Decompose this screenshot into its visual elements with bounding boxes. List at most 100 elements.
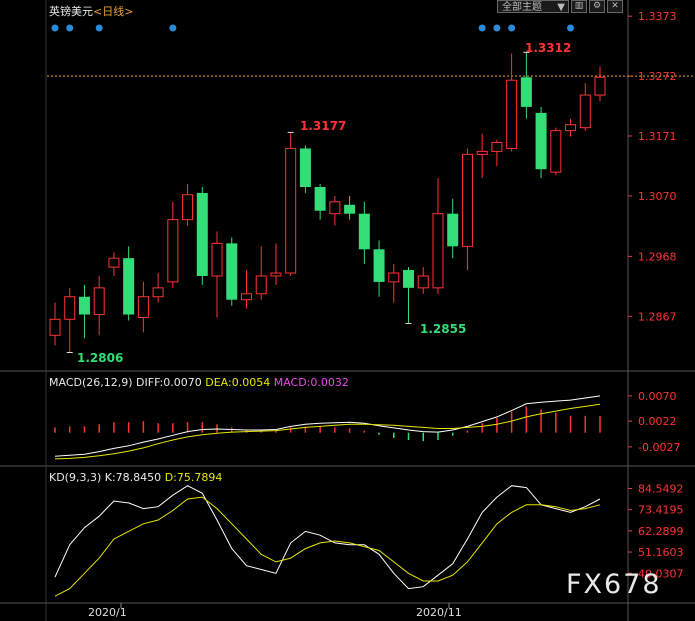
candle bbox=[550, 127, 562, 176]
candle bbox=[520, 52, 532, 119]
close-icon[interactable]: ✕ bbox=[607, 0, 623, 13]
candle-body-up bbox=[285, 147, 297, 274]
candle bbox=[314, 184, 326, 220]
candle bbox=[579, 83, 591, 131]
candle-body-up bbox=[417, 275, 429, 289]
candle-body-up bbox=[476, 150, 488, 155]
candle-body-down bbox=[373, 249, 385, 282]
kd-tick-label: 73.4195 bbox=[638, 504, 684, 517]
candle bbox=[182, 184, 194, 226]
price-tick-label: 1.2867 bbox=[638, 310, 677, 323]
candle-body-down bbox=[226, 243, 238, 300]
annotation-high-2: 1.3312 bbox=[525, 41, 572, 55]
candle bbox=[93, 275, 105, 336]
kd-d-line bbox=[54, 496, 601, 597]
candle-body-up bbox=[93, 287, 105, 316]
event-marker-dot bbox=[66, 24, 74, 32]
macd-diff-value: DIFF:0.0070 bbox=[136, 376, 202, 389]
event-marker-dot bbox=[169, 24, 177, 32]
candle-body-up bbox=[329, 201, 341, 215]
candle bbox=[108, 252, 120, 276]
theme-select-label: 全部主题 bbox=[502, 2, 542, 13]
candle-body-down bbox=[299, 148, 311, 187]
candle bbox=[388, 264, 400, 303]
candle bbox=[594, 66, 606, 101]
candle-body-down bbox=[123, 258, 135, 315]
candle-body-up bbox=[491, 142, 503, 152]
kd-tick-label: 51.1603 bbox=[638, 546, 684, 559]
watermark-logo: FX678 bbox=[566, 569, 662, 600]
candle-body-down bbox=[535, 112, 547, 170]
candle-body-up bbox=[432, 213, 444, 289]
price-tick-label: 1.2968 bbox=[638, 250, 677, 263]
macd-dea-value: DEA:0.0054 bbox=[205, 376, 271, 389]
kd-tick-label: 84.5492 bbox=[638, 482, 684, 495]
chart-title: 英镑美元<日线> bbox=[49, 3, 133, 19]
candle bbox=[270, 243, 282, 285]
candle bbox=[447, 198, 459, 259]
theme-select[interactable]: 全部主题 ▼ bbox=[497, 0, 569, 13]
x-tick-label: 2020/1 bbox=[88, 606, 127, 619]
candle-body-up bbox=[137, 296, 149, 319]
candle bbox=[255, 246, 267, 300]
candle bbox=[432, 178, 444, 294]
candle bbox=[78, 284, 90, 339]
settings-icon[interactable]: ⚙ bbox=[589, 0, 605, 13]
candle-body-up bbox=[594, 76, 606, 96]
trading-chart-window: 1.3373 1.3272 1.3171 1.3070 1.2968 1.2867 0.00… bbox=[0, 0, 695, 621]
annotation-low-2: 1.2855 bbox=[420, 322, 467, 336]
macd-tick-label: 0.0022 bbox=[638, 415, 677, 428]
chevron-down-icon: ▼ bbox=[557, 2, 565, 13]
period-label[interactable]: <日线> bbox=[93, 5, 133, 18]
candle bbox=[565, 118, 577, 137]
chart-type-icon[interactable]: ▥ bbox=[571, 0, 587, 13]
candle-body-up bbox=[255, 275, 267, 295]
event-marker-dot bbox=[508, 24, 516, 32]
candle bbox=[461, 148, 473, 271]
price-tick-label: 1.3070 bbox=[638, 190, 677, 203]
event-marker-dot bbox=[51, 24, 59, 32]
candle-body-up bbox=[579, 94, 591, 129]
candle-body-up bbox=[211, 242, 223, 277]
candle bbox=[329, 195, 341, 226]
event-marker-dot bbox=[567, 24, 575, 32]
candle bbox=[49, 302, 61, 346]
candle-body-up bbox=[182, 194, 194, 221]
candle-body-up bbox=[461, 153, 473, 247]
candle bbox=[403, 267, 415, 324]
event-marker-dot bbox=[493, 24, 501, 32]
candle-body-down bbox=[403, 270, 415, 288]
candle-body-up bbox=[64, 296, 76, 320]
macd-dea-line bbox=[54, 403, 601, 460]
candle bbox=[506, 53, 518, 152]
candle-body-up bbox=[240, 293, 252, 301]
candle bbox=[123, 246, 135, 321]
kd-legend: KD(9,3,3) K:78.8450 D:75.7894 bbox=[49, 471, 222, 484]
candle bbox=[226, 237, 238, 306]
candle bbox=[491, 139, 503, 167]
price-tick-label: 1.3171 bbox=[638, 130, 677, 143]
candle bbox=[196, 187, 208, 285]
candle-body-down bbox=[78, 296, 90, 315]
candle-body-up bbox=[565, 124, 577, 132]
macd-tick-label: 0.0070 bbox=[638, 390, 677, 403]
candle bbox=[299, 145, 311, 193]
event-marker-dot bbox=[478, 24, 486, 32]
candle-body-down bbox=[314, 187, 326, 211]
candle bbox=[344, 195, 356, 220]
candle bbox=[417, 267, 429, 294]
candle-body-down bbox=[358, 213, 370, 250]
macd-macd-value: MACD:0.0032 bbox=[273, 376, 349, 389]
candle bbox=[167, 201, 179, 288]
candle-body-up bbox=[506, 79, 518, 149]
candle-body-up bbox=[167, 219, 179, 283]
kd-label: KD(9,3,3) bbox=[49, 471, 102, 484]
candle bbox=[373, 240, 385, 297]
candle bbox=[137, 281, 149, 333]
candle bbox=[240, 270, 252, 309]
symbol-label: 英镑美元 bbox=[49, 5, 93, 18]
kd-d-value: D:75.7894 bbox=[164, 471, 223, 484]
candle-body-down bbox=[344, 204, 356, 214]
macd-legend: MACD(26,12,9) DIFF:0.0070 DEA:0.0054 MAC… bbox=[49, 376, 349, 389]
candle bbox=[358, 201, 370, 265]
